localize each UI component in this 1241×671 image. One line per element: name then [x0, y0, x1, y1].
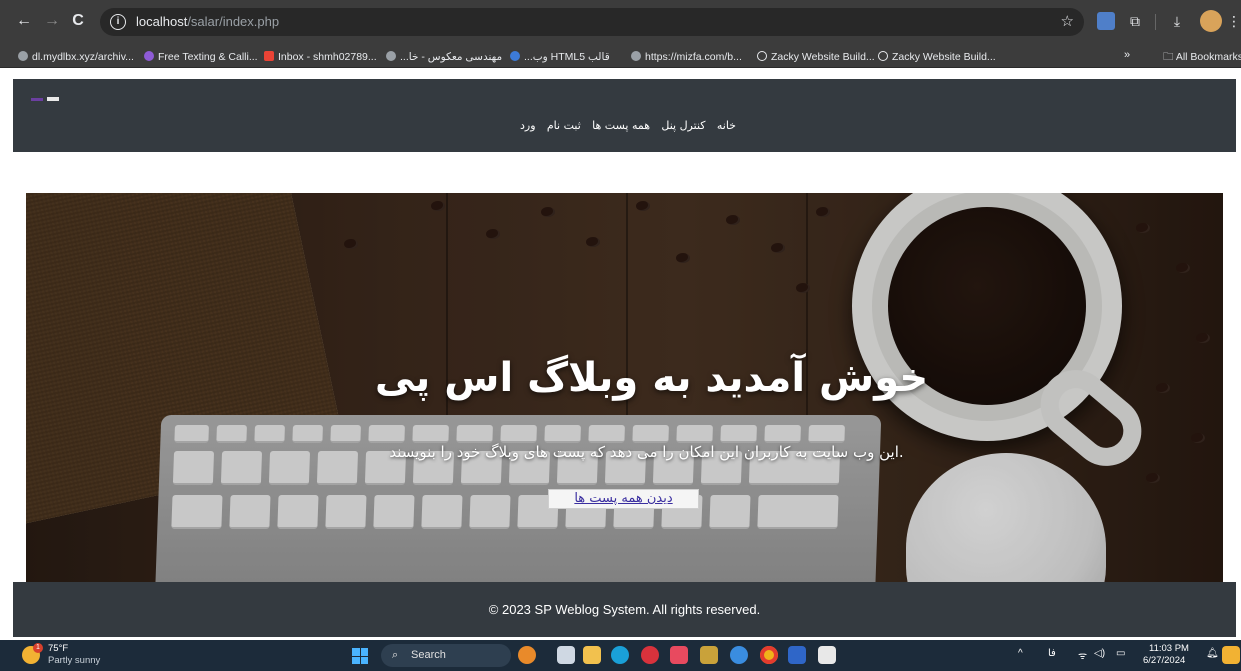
- weather-badge: 1: [33, 643, 43, 653]
- widget-app-icon[interactable]: [518, 646, 536, 664]
- copilot-icon[interactable]: [1222, 646, 1240, 664]
- profile-avatar[interactable]: [1200, 10, 1222, 32]
- toolbar-separator: [1155, 14, 1156, 30]
- telegram-icon[interactable]: [730, 646, 748, 664]
- bookmark-item[interactable]: Inbox - shmh02789...: [264, 49, 377, 65]
- bookmark-item[interactable]: Free Texting & Calli...: [144, 49, 258, 65]
- forward-icon[interactable]: →: [42, 11, 62, 31]
- extensions-puzzle-icon[interactable]: ⧉: [1125, 10, 1145, 32]
- zacky-icon: [878, 51, 888, 61]
- clock-date[interactable]: 6/27/2024: [1143, 655, 1185, 666]
- bookmarks-bar: dl.mydlbx.xyz/archiv... Free Texting & C…: [0, 46, 1241, 68]
- bookmark-label: Free Texting & Calli...: [158, 51, 258, 63]
- bookmark-label: Zacky Website Build...: [892, 51, 996, 63]
- hero-banner: خوش آمدید به وبلاگ اس پی .این وب سایت به…: [26, 193, 1223, 587]
- all-bookmarks-label: All Bookmarks: [1175, 51, 1241, 63]
- search-icon: ⌕: [392, 649, 399, 661]
- bookmark-label: مهندسی معکوس - خا...: [400, 51, 503, 63]
- bookmark-item[interactable]: قالب HTML5 وب...: [510, 49, 610, 65]
- search-label: Search: [411, 649, 446, 661]
- notepad-icon[interactable]: [818, 646, 836, 664]
- textnow-icon: [144, 51, 154, 61]
- globe-icon: [631, 51, 641, 61]
- bookmark-label: https://mizfa.com/b...: [645, 51, 742, 63]
- wifi-icon[interactable]: ᯤ: [1078, 648, 1087, 662]
- bookmark-label: Zacky Website Build...: [771, 51, 875, 63]
- hero-title: خوش آمدید به وبلاگ اس پی: [374, 355, 929, 401]
- site-footer: © 2023 SP Weblog System. All rights rese…: [13, 582, 1236, 637]
- chrome-icon[interactable]: [760, 646, 778, 664]
- footer-copyright: © 2023 SP Weblog System. All rights rese…: [488, 602, 761, 617]
- web-page: خانه کنترل پنل همه پست ها ثبت نام ورد خو…: [0, 69, 1241, 640]
- globe-icon: [386, 51, 396, 61]
- bookmark-item[interactable]: https://mizfa.com/b...: [631, 49, 742, 65]
- weather-description[interactable]: Partly sunny: [48, 655, 100, 666]
- nav-links: خانه کنترل پنل همه پست ها ثبت نام ورد: [13, 118, 1236, 132]
- app-icon-gold[interactable]: [700, 646, 718, 664]
- url-text[interactable]: localhost/salar/index.php: [136, 14, 279, 29]
- globe-icon: [18, 51, 28, 61]
- file-explorer-icon[interactable]: [583, 646, 601, 664]
- edge-browser-icon[interactable]: [611, 646, 629, 664]
- bookmark-item[interactable]: مهندسی معکوس - خا...: [386, 49, 502, 65]
- app-icon-pink[interactable]: [670, 646, 688, 664]
- volume-icon[interactable]: ◁): [1094, 648, 1105, 659]
- bookmark-item[interactable]: Zacky Website Build...: [757, 49, 875, 65]
- tray-chevron-icon[interactable]: ^: [1018, 648, 1023, 659]
- reload-icon[interactable]: C: [68, 11, 88, 31]
- back-icon[interactable]: ←: [14, 11, 34, 31]
- browser-toolbar: ← → C i localhost/salar/index.php ☆ ⧉ ⤓ …: [0, 0, 1241, 46]
- navbar-toggler-icon[interactable]: [47, 97, 59, 101]
- all-bookmarks-button[interactable]: 🗀 All Bookmarks: [1163, 49, 1241, 67]
- url-path: /salar/index.php: [187, 14, 280, 29]
- view-all-posts-button[interactable]: دیدن همه پست ها: [548, 489, 699, 509]
- bookmarks-overflow-button[interactable]: »: [1124, 49, 1130, 61]
- bookmark-star-icon[interactable]: ☆: [1061, 12, 1074, 30]
- bookmark-item[interactable]: Zacky Website Build...: [878, 49, 996, 65]
- site-navbar: خانه کنترل پنل همه پست ها ثبت نام ورد: [13, 79, 1236, 152]
- task-view-icon[interactable]: [557, 646, 575, 664]
- address-bar[interactable]: i localhost/salar/index.php ☆: [100, 8, 1084, 36]
- nav-link-login[interactable]: ورد: [520, 119, 536, 132]
- taskbar-search[interactable]: ⌕ Search: [381, 644, 511, 667]
- word-icon[interactable]: [788, 646, 806, 664]
- windows-taskbar: 1 75°F Partly sunny ⌕ Search ^ فا ᯤ ◁) ▭ …: [0, 640, 1241, 671]
- folder-icon: 🗀: [1163, 51, 1174, 63]
- app-icon-red[interactable]: [641, 646, 659, 664]
- site-info-icon[interactable]: i: [110, 14, 126, 30]
- clock-time[interactable]: 11:03 PM: [1149, 643, 1189, 654]
- battery-icon[interactable]: ▭: [1116, 648, 1125, 659]
- notification-bell-icon[interactable]: 🔔︎: [1206, 648, 1219, 659]
- weather-temperature[interactable]: 75°F: [48, 643, 68, 654]
- brand-logo[interactable]: [31, 98, 43, 101]
- browser-menu-icon[interactable]: ⋮: [1227, 10, 1241, 32]
- hero-subtitle: .این وب سایت به کاربران این امکان را می …: [389, 443, 904, 461]
- bookmark-item[interactable]: dl.mydlbx.xyz/archiv...: [18, 49, 134, 65]
- translate-extension-icon[interactable]: [1097, 12, 1115, 30]
- zacky-icon: [757, 51, 767, 61]
- download-icon[interactable]: ⤓: [1167, 10, 1187, 32]
- bookmark-label: dl.mydlbx.xyz/archiv...: [32, 51, 134, 63]
- nav-link-all-posts[interactable]: همه پست ها: [592, 119, 650, 132]
- nav-link-control-panel[interactable]: کنترل پنل: [661, 119, 705, 132]
- nav-link-home[interactable]: خانه: [717, 119, 736, 132]
- language-indicator[interactable]: فا: [1048, 648, 1056, 659]
- nav-link-register[interactable]: ثبت نام: [547, 119, 581, 132]
- url-host: localhost: [136, 14, 188, 29]
- gmail-icon: [264, 51, 274, 61]
- bookmark-label: Inbox - shmh02789...: [278, 51, 377, 63]
- feather-icon: [510, 51, 520, 61]
- bookmark-label: قالب HTML5 وب...: [524, 51, 610, 63]
- windows-start-icon[interactable]: [352, 648, 368, 664]
